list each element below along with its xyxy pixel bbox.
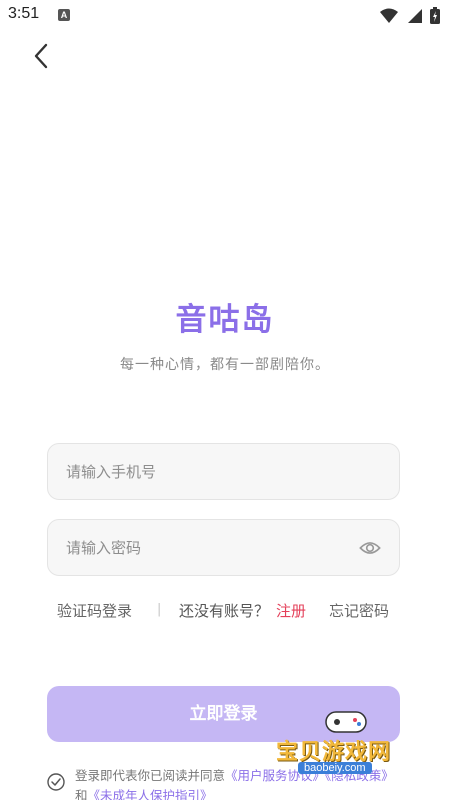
back-button[interactable] — [26, 40, 56, 72]
status-time: 3:51 — [8, 5, 40, 22]
minor-guide-link[interactable]: 《未成年人保护指引》 — [88, 788, 213, 800]
no-account-text: 还没有账号？ — [179, 602, 270, 620]
link-divider: | — [157, 602, 162, 617]
notification-indicator: A — [58, 9, 70, 21]
sms-login-link[interactable]: 验证码登录 — [57, 600, 132, 621]
links-row: 验证码登录 | 还没有账号？ 注册 忘记密码 — [0, 600, 450, 622]
app-title: 音咕岛 — [175, 302, 275, 338]
status-bar: 3:51 A — [0, 0, 450, 32]
check-circle-icon[interactable] — [47, 773, 65, 791]
eye-icon[interactable] — [359, 537, 381, 559]
login-button[interactable]: 立即登录 — [47, 686, 400, 742]
agreement-text: 登录即代表你已阅读并同意《用户服务协议》《隐私政策》和《未成年人保护指引》 — [75, 766, 405, 800]
battery-icon — [430, 7, 440, 24]
privacy-policy-link[interactable]: 《隐私政策》 — [325, 768, 394, 783]
register-link[interactable]: 注册 — [276, 600, 306, 621]
status-icons — [380, 7, 440, 24]
signal-icon — [408, 8, 422, 23]
forgot-password-link[interactable]: 忘记密码 — [329, 600, 389, 621]
agreement-prefix: 登录即代表你已阅读并同意 — [75, 768, 226, 783]
phone-input[interactable] — [66, 444, 346, 499]
wifi-icon — [380, 8, 398, 23]
password-field[interactable] — [47, 519, 400, 576]
agreement-and: 和 — [75, 788, 88, 800]
app-slogan: 每一种心情，都有一部剧陪你。 — [120, 357, 330, 373]
password-input[interactable] — [66, 520, 346, 575]
phone-field[interactable] — [47, 443, 400, 500]
user-agreement-link[interactable]: 《用户服务协议》 — [225, 768, 325, 783]
back-arrow-icon — [34, 43, 48, 69]
